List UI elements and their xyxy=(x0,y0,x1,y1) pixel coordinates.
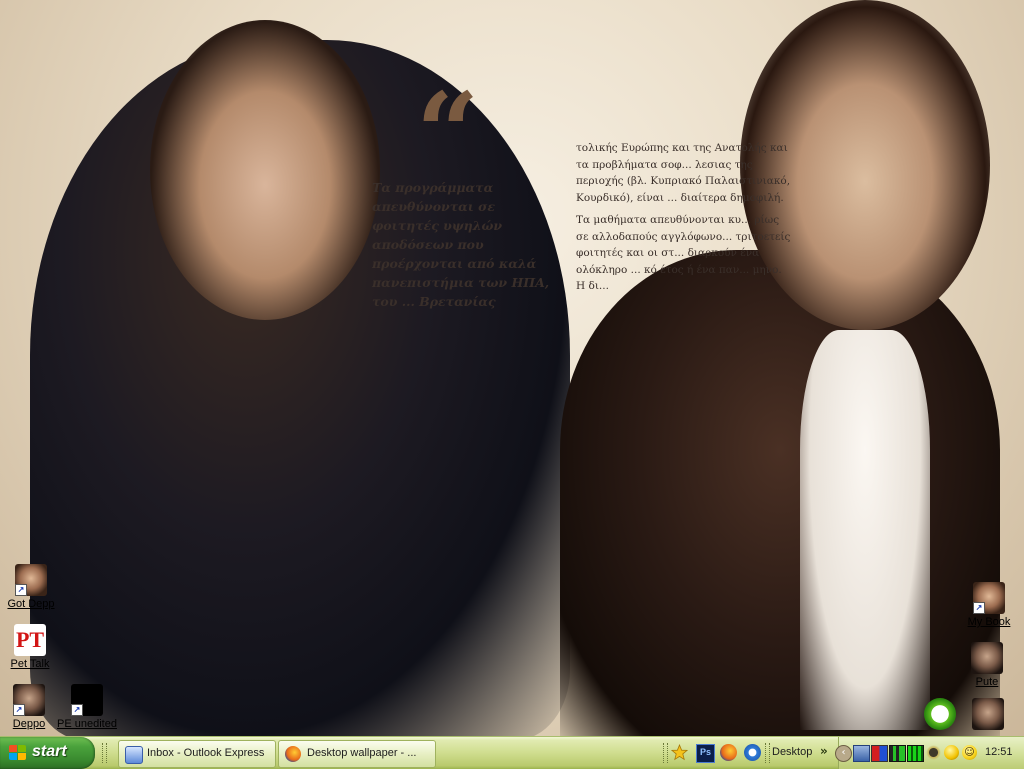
desktop-icon-label: Deppo xyxy=(12,718,46,730)
desktop-icon-label: Pet Talk xyxy=(10,658,50,670)
green-bars-icon[interactable] xyxy=(907,745,924,762)
wallpaper-paragraph: Τα μαθήματα απευθύνονται κυ... ρίως σε α… xyxy=(576,214,791,292)
wallpaper-paragraph: τολικής Ευρώπης και της Ανατολής και τα … xyxy=(576,142,791,204)
windows-logo-icon xyxy=(9,745,27,761)
start-label: start xyxy=(32,743,67,760)
taskbar: start Inbox - Outlook Express Desktop wa… xyxy=(0,736,1024,769)
volume-meter-icon[interactable] xyxy=(889,745,906,762)
security-flag-icon[interactable] xyxy=(871,745,888,762)
firefox-icon[interactable] xyxy=(720,744,737,761)
bug-icon[interactable] xyxy=(926,745,941,760)
start-button[interactable]: start xyxy=(0,737,95,769)
toolbar-grip[interactable] xyxy=(102,743,107,763)
outlook-express-icon xyxy=(125,746,143,764)
shortcut-arrow-icon: ↗ xyxy=(15,584,27,596)
wallpaper-face-left xyxy=(150,20,380,320)
wallpaper-body-text: τολικής Ευρώπης και της Ανατολής και τα … xyxy=(576,140,791,301)
taskbar-button-label: Inbox - Outlook Express xyxy=(147,747,265,759)
desktop-icon-my-book[interactable]: ↗ My Book xyxy=(951,582,1024,628)
taskbar-button-outlook-express[interactable]: Inbox - Outlook Express xyxy=(118,740,276,768)
desktop-icon-got-depp[interactable]: ↗ Got Depp xyxy=(0,564,69,610)
desktop-toolbar-label[interactable]: Desktop xyxy=(772,746,812,758)
photoshop-icon[interactable]: Ps xyxy=(696,744,715,763)
taskbar-button-desktop-wallpaper[interactable]: Desktop wallpaper - ... xyxy=(278,740,436,768)
toolbar-grip[interactable] xyxy=(663,743,668,763)
desktop-icon-pet-talk[interactable]: PT Pet Talk xyxy=(0,624,68,670)
wallpaper-shirt-right xyxy=(800,330,930,730)
system-tray: ‹ ☺ 12:51 xyxy=(835,737,1024,769)
photo-shortcut-icon: ↗ xyxy=(13,684,45,716)
photo-icon xyxy=(971,642,1003,674)
shortcut-arrow-icon: ↗ xyxy=(71,704,83,716)
toolbar-grip[interactable] xyxy=(765,743,770,763)
internet-explorer-icon[interactable] xyxy=(744,744,761,761)
messenger-smiley-icon[interactable]: ☺ xyxy=(962,745,977,760)
shortcut-arrow-icon: ↗ xyxy=(13,704,25,716)
green-ring-graphic xyxy=(924,698,956,730)
photo-shortcut-icon: ↗ xyxy=(973,582,1005,614)
green-ring-icon[interactable] xyxy=(924,698,956,730)
wallpaper-quote-text: Τα προγράμματα απευθύνονται σε φοιτητές … xyxy=(372,180,550,309)
back-arrow-icon[interactable]: ‹ xyxy=(835,745,852,762)
wallpaper-quote-mark: “ xyxy=(416,68,480,197)
network-icon[interactable] xyxy=(853,745,870,762)
desktop[interactable]: “ Τα προγράμματα απευθύνονται σε φοιτητέ… xyxy=(0,0,1024,736)
toolbar-overflow-chevron-icon[interactable]: » xyxy=(820,744,828,758)
taskbar-button-label: Desktop wallpaper - ... xyxy=(307,747,417,759)
photo-shortcut-icon: ↗ xyxy=(15,564,47,596)
star-icon[interactable] xyxy=(671,744,688,761)
desktop-icon-label: Pute xyxy=(975,676,999,688)
desktop-icon-pe-unedited[interactable]: ↗ PE unedited xyxy=(49,684,125,730)
taskbar-clock[interactable]: 12:51 xyxy=(985,746,1013,758)
aim-icon[interactable] xyxy=(944,745,959,760)
pet-talk-logo-icon: PT xyxy=(14,624,46,656)
photo-icon[interactable] xyxy=(972,698,1004,730)
desktop-icon-label: Got Depp xyxy=(7,598,55,610)
image-shortcut-icon: ↗ xyxy=(71,684,103,716)
shortcut-arrow-icon: ↗ xyxy=(973,602,985,614)
desktop-icon-label: My Book xyxy=(967,616,1011,628)
desktop-icon-label: PE unedited xyxy=(57,718,117,730)
desktop-icon-pute[interactable]: Pute xyxy=(949,642,1024,688)
wallpaper-figure-right xyxy=(560,250,1000,736)
firefox-icon xyxy=(285,746,301,762)
